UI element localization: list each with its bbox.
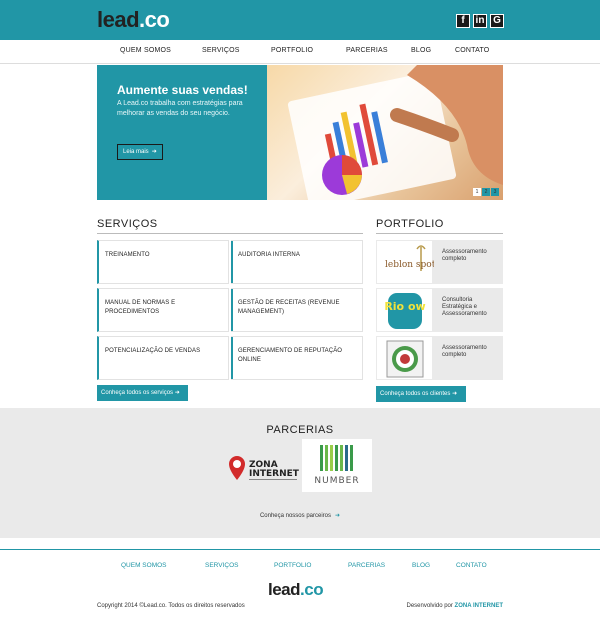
portfolio-divider: [376, 233, 503, 234]
service-card[interactable]: TREINAMENTO: [97, 240, 229, 284]
read-more-button[interactable]: Leia mais ➜: [117, 144, 163, 160]
services-divider: [97, 233, 363, 234]
service-card[interactable]: GESTÃO DE RECEITAS (REVENUE MANAGEMENT): [231, 288, 363, 332]
client-logo-badge: [376, 336, 433, 380]
partners-section: PARCERIAS ZONA INTERNET NUMBER Conheça n…: [0, 408, 600, 538]
all-services-button[interactable]: Conheça todos os serviços ➜: [97, 385, 188, 401]
portfolio-item[interactable]: Assessoramento completo: [376, 336, 503, 380]
nav-parcerias[interactable]: PARCERIAS: [346, 47, 388, 54]
logo[interactable]: lead.co: [97, 7, 170, 33]
hero-banner: Aumente suas vendas! A Lead.co trabalha …: [97, 65, 503, 200]
hero-title: Aumente suas vendas!: [117, 83, 248, 97]
logo-suffix: co: [144, 7, 170, 32]
slide-dot-2[interactable]: 2: [482, 188, 490, 196]
service-card[interactable]: AUDITORIA INTERNA: [231, 240, 363, 284]
footer-divider: [0, 549, 600, 550]
service-card[interactable]: POTENCIALIZAÇÃO DE VENDAS: [97, 336, 229, 380]
footer-nav-portfolio[interactable]: PORTFOLIO: [274, 562, 311, 569]
all-services-label: Conheça todos os serviços: [101, 390, 174, 396]
client-logo-leblon-spot: leblon spot: [376, 240, 436, 284]
number-logo-text: NUMBER: [314, 476, 359, 486]
footer-nav-contato[interactable]: CONTATO: [456, 562, 487, 569]
copyright-text: Copyright 2014 ©Lead.co. Todos os direit…: [97, 603, 245, 609]
dev-link[interactable]: ZONA INTERNET: [455, 603, 503, 609]
arrow-right-icon: ➜: [335, 513, 341, 519]
portfolio-desc: Consultoria Estratégica e Assessoramento: [442, 297, 487, 317]
number-logo[interactable]: NUMBER: [302, 439, 372, 492]
service-label: POTENCIALIZAÇÃO DE VENDAS: [105, 348, 201, 354]
service-label: TREINAMENTO: [105, 252, 150, 258]
read-more-label: Leia mais: [123, 149, 149, 155]
footer-logo[interactable]: lead.co: [268, 580, 324, 600]
footer-nav-blog[interactable]: BLOG: [412, 562, 430, 569]
service-label: GESTÃO DE RECEITAS (REVENUE MANAGEMENT): [238, 300, 340, 315]
chart-hand-illustration: [287, 65, 503, 200]
service-label: GERENCIAMENTO DE REPUTAÇÃO ONLINE: [238, 348, 343, 363]
service-card[interactable]: MANUAL DE NORMAS E PROCEDIMENTOS: [97, 288, 229, 332]
service-card[interactable]: GERENCIAMENTO DE REPUTAÇÃO ONLINE: [231, 336, 363, 380]
dev-prefix: Desenvolvido por: [406, 603, 453, 609]
top-bar: lead.co f in G: [0, 0, 600, 40]
portfolio-desc: Assessoramento completo: [442, 345, 487, 358]
hero-text: A Lead.co trabalha com estratégias para …: [117, 100, 243, 117]
main-nav: QUEM SOMOS SERVIÇOS PORTFOLIO PARCERIAS …: [0, 40, 600, 64]
facebook-icon[interactable]: f: [456, 14, 470, 28]
slider-dots: 1 2 3: [473, 188, 499, 196]
social-links: f in G: [456, 14, 504, 28]
footer-nav-servicos[interactable]: SERVIÇOS: [205, 562, 238, 569]
service-label: AUDITORIA INTERNA: [238, 252, 300, 258]
developer-credit: Desenvolvido por ZONA INTERNET: [407, 603, 503, 609]
client-logo-text: Rio ow: [384, 300, 425, 313]
logo-text: lead: [97, 7, 140, 32]
client-logo-rio-ow: Rio ow: [376, 288, 433, 332]
client-logo-text: leblon spot: [385, 260, 434, 270]
all-clients-label: Conheça todos os clientes: [380, 391, 451, 397]
footer-logo-suffix: co: [304, 580, 324, 599]
slide-dot-1[interactable]: 1: [473, 188, 481, 196]
portfolio-heading: PORTFOLIO: [376, 218, 444, 230]
arrow-right-icon: ➜: [151, 149, 157, 155]
nav-blog[interactable]: BLOG: [411, 47, 431, 54]
partners-link[interactable]: Conheça nossos parceiros ➜: [0, 512, 600, 519]
nav-portfolio[interactable]: PORTFOLIO: [271, 47, 313, 54]
nav-servicos[interactable]: SERVIÇOS: [202, 47, 240, 54]
hero-image: 1 2 3: [267, 65, 503, 200]
zona-line2: INTERNET: [249, 469, 300, 479]
service-label: MANUAL DE NORMAS E PROCEDIMENTOS: [105, 300, 176, 315]
all-clients-button[interactable]: Conheça todos os clientes ➜: [376, 386, 466, 402]
nav-quem-somos[interactable]: QUEM SOMOS: [120, 47, 171, 54]
portfolio-desc: Assessoramento completo: [442, 249, 487, 262]
partners-heading: PARCERIAS: [266, 424, 334, 436]
zona-internet-logo[interactable]: ZONA INTERNET: [228, 454, 300, 484]
footer-nav-quem-somos[interactable]: QUEM SOMOS: [121, 562, 167, 569]
arrow-right-icon: ➜: [174, 390, 180, 396]
nav-contato[interactable]: CONTATO: [455, 47, 489, 54]
arrow-right-icon: ➜: [452, 391, 458, 397]
partners-link-label: Conheça nossos parceiros: [259, 513, 331, 519]
footer-nav-parcerias[interactable]: PARCERIAS: [348, 562, 385, 569]
portfolio-item[interactable]: Rio ow Consultoria Estratégica e Assesso…: [376, 288, 503, 332]
portfolio-item[interactable]: leblon spot Assessoramento completo: [376, 240, 503, 284]
services-heading: SERVIÇOS: [97, 218, 158, 230]
linkedin-icon[interactable]: in: [473, 14, 487, 28]
footer-logo-text: lead: [268, 580, 301, 599]
slide-dot-3[interactable]: 3: [491, 188, 499, 196]
google-plus-icon[interactable]: G: [490, 14, 504, 28]
